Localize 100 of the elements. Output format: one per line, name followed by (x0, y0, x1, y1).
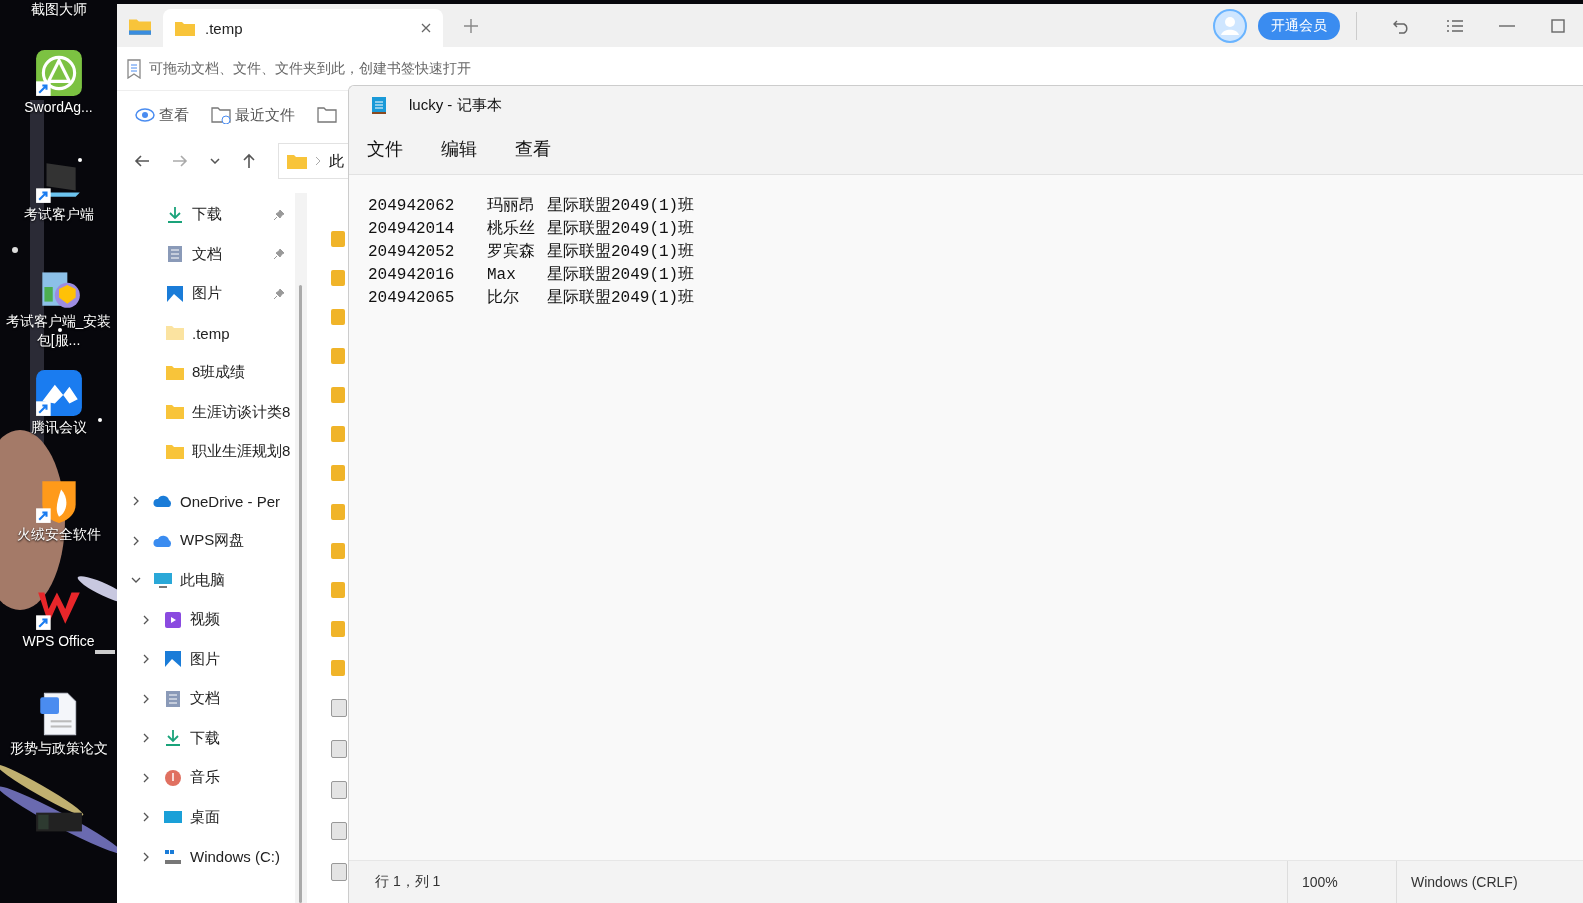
icon-label: SwordAg... (23, 97, 94, 117)
close-icon[interactable] (421, 23, 431, 33)
text-line-cell-text: 星际联盟2049(1)班 (547, 219, 695, 240)
menu-item[interactable]: 文件 (355, 131, 415, 167)
text-line-cell-text: Max (487, 265, 517, 286)
back-icon[interactable] (134, 154, 150, 168)
text-line-cell-text: 比尔 (487, 288, 520, 309)
text-line-cell-text: 星际联盟2049(1)班 (547, 196, 695, 217)
file-icon[interactable] (331, 781, 347, 799)
sidebar-item[interactable]: .temp (117, 313, 295, 353)
chevron-icon[interactable] (141, 733, 151, 744)
icon-label: 截图大师 (29, 0, 88, 19)
pin-icon[interactable] (273, 208, 285, 221)
sidebar-item[interactable]: 生涯访谈计类8 (117, 392, 295, 432)
maximize-icon[interactable] (1551, 18, 1565, 33)
icon-label: WPS Office (21, 632, 96, 652)
text-line-cell-text: 星际联盟2049(1)班 (547, 242, 695, 263)
forward-icon[interactable] (172, 154, 188, 168)
folder-icon (165, 403, 185, 422)
chevron-icon[interactable] (131, 496, 141, 507)
zoom-level: 100% (1287, 861, 1396, 903)
pin-icon[interactable] (273, 248, 285, 261)
app-icon[interactable] (33, 368, 84, 419)
menu-item[interactable]: 查看 (503, 131, 563, 167)
chevron-down-icon[interactable] (210, 158, 220, 164)
file-icon[interactable] (331, 740, 347, 758)
sidebar-item[interactable]: 文档 (117, 679, 295, 719)
chevron-icon[interactable] (141, 693, 151, 704)
sidebar-item[interactable]: 音乐 (117, 758, 295, 798)
text-line-cell-text: 204942014 (368, 219, 456, 240)
file-icon[interactable] (331, 863, 347, 881)
sidebar-item[interactable]: 图片 (117, 274, 295, 314)
text-line-cell-text: 星际联盟2049(1)班 (547, 288, 695, 309)
eye-icon (135, 108, 155, 122)
sidebar-item[interactable]: WPS网盘 (117, 521, 295, 561)
toolbar-button[interactable]: 查看 (135, 105, 189, 125)
icon-label: 腾讯会议 (29, 418, 88, 438)
text-line-cell-text: 204942052 (368, 242, 456, 263)
tab[interactable]: .temp (163, 9, 443, 47)
icon-label: 考试客户端 (22, 204, 95, 224)
text-line-cell-text: 桃乐丝 (487, 219, 536, 240)
folder-icon (165, 363, 185, 382)
app-icon[interactable] (33, 47, 84, 98)
chevron-icon[interactable] (141, 851, 151, 862)
document-icon (165, 245, 185, 264)
download-icon (165, 205, 185, 224)
bookmark-icon (127, 58, 141, 79)
scrollbar[interactable] (299, 285, 302, 903)
video-icon (163, 610, 183, 629)
chevron-icon[interactable] (141, 812, 151, 823)
chevron-icon[interactable] (141, 614, 151, 625)
download-icon (163, 729, 183, 748)
text-editor[interactable]: 204942062 玛丽昂 星际联盟2049(1)班 204942014 桃乐丝 星际联盟2049(1)班 204942052 罗宾森 星际联盟2049(1)班 204942016 Max 星际联盟2049(1)班 204942065 比尔 星际联盟2049(1)班 (349, 175, 1583, 860)
text-line-cell-text: 204942016 (368, 265, 456, 286)
sidebar-item[interactable]: 桌面 (117, 797, 295, 837)
text-line-cell-text: 罗宾森 (487, 241, 536, 263)
sidebar-item[interactable]: 文档 (117, 234, 295, 274)
avatar-icon[interactable] (1212, 7, 1248, 44)
cursor-position: 行 1，列 1 (374, 872, 442, 891)
folder-clock-icon (211, 106, 231, 124)
sidebar-item[interactable]: Windows (C:) (117, 837, 295, 877)
sidebar-item[interactable]: 下载 (117, 718, 295, 758)
address-bar[interactable]: 此 (278, 143, 348, 179)
sidebar-item[interactable]: OneDrive - Per (117, 481, 295, 521)
folder-icon[interactable] (129, 16, 151, 35)
pin-icon[interactable] (273, 287, 285, 300)
folder-icon[interactable] (317, 106, 337, 124)
up-icon[interactable] (242, 153, 256, 169)
window-title: lucky - 记事本 (409, 95, 502, 115)
drive-icon (163, 847, 183, 866)
sidebar-item[interactable]: 此电脑 (117, 560, 295, 600)
file-icon[interactable] (331, 699, 347, 717)
sidebar-item[interactable]: 图片 (117, 639, 295, 679)
monitor-icon (153, 571, 173, 590)
folder-icon (175, 20, 195, 36)
menu-item[interactable]: 编辑 (429, 131, 489, 167)
menu-icon[interactable] (1447, 18, 1463, 33)
chevron-icon[interactable] (141, 772, 151, 783)
file-icon[interactable] (331, 822, 347, 840)
text-line-cell-text: 204942062 (368, 196, 456, 217)
plus-icon[interactable] (463, 17, 479, 34)
text-line-cell-text: 星际联盟2049(1)班 (547, 265, 695, 286)
document-icon (163, 689, 183, 708)
sidebar-item[interactable]: 8班成绩 (117, 353, 295, 393)
line-ending: Windows (CRLF) (1396, 861, 1583, 903)
sidebar-item[interactable]: 下载 (117, 195, 295, 235)
folder-icon (165, 324, 185, 343)
sidebar-item[interactable]: 视频 (117, 600, 295, 640)
bookmark-hint: 可拖动文档、文件、文件夹到此，创建书签快速打开 (149, 59, 471, 78)
chevron-icon[interactable] (141, 654, 151, 665)
minimize-icon[interactable] (1499, 24, 1515, 27)
text-line-cell-text: 玛丽昂 (487, 196, 536, 217)
sidebar-item[interactable]: 职业生涯规划8 (117, 432, 295, 472)
icon-label: 形势与政策论文 (8, 739, 109, 759)
folder-icon (165, 442, 185, 461)
icon-label: 考试客户端_安装包[服... (4, 311, 113, 350)
chevron-icon[interactable] (131, 535, 141, 546)
toolbar-button[interactable]: 最近文件 (211, 105, 295, 125)
text-line-cell-text: 204942065 (368, 288, 456, 309)
notepad-icon (371, 95, 387, 115)
